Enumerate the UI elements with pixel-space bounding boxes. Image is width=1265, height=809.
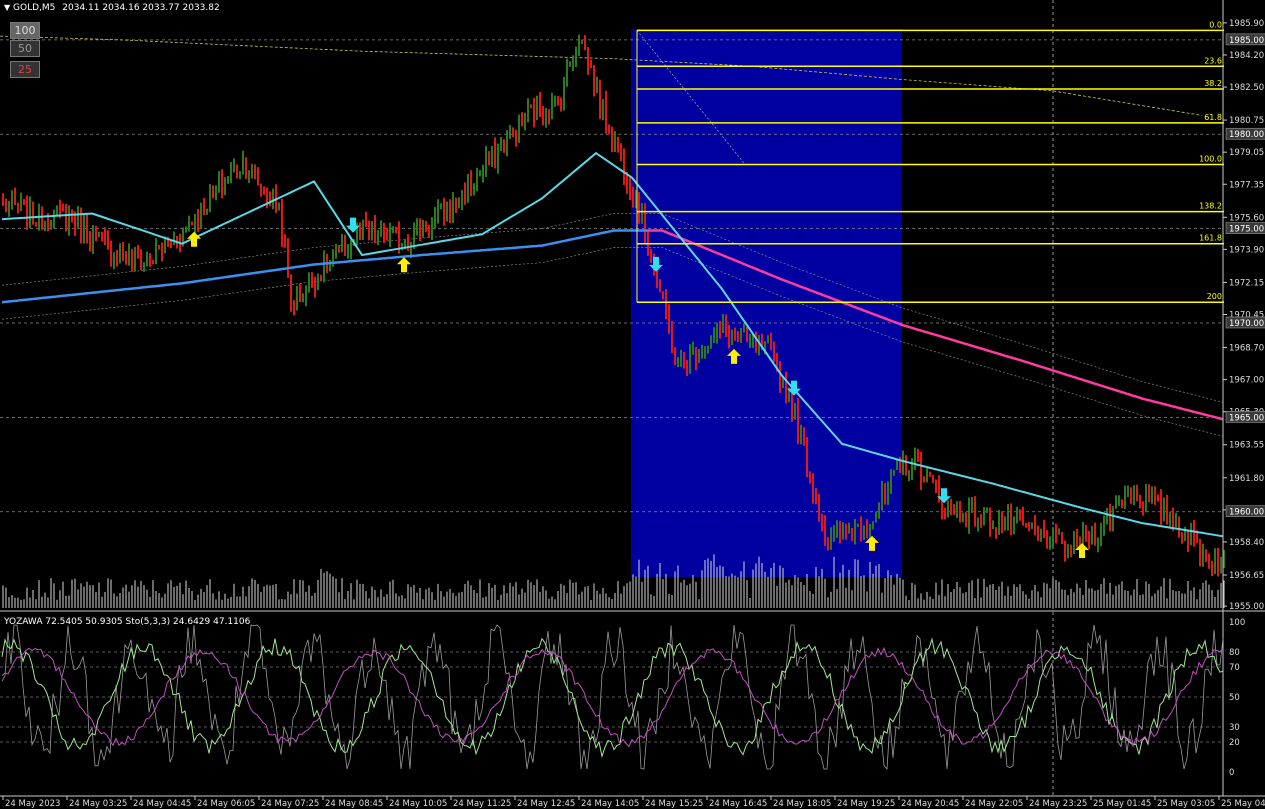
osc-tick-label: 20 bbox=[1229, 738, 1240, 748]
fib-level-label: 61.8 bbox=[1204, 113, 1222, 122]
time-tick-label: 24 May 07:25 bbox=[261, 799, 319, 809]
time-tick-label: 24 May 03:25 bbox=[69, 799, 127, 809]
price-tick-label: 1980.75 bbox=[1229, 116, 1264, 126]
price-tick-label: 1973.90 bbox=[1229, 245, 1264, 255]
osc-tick-label: 30 bbox=[1229, 723, 1240, 733]
price-tick-label: 1961.80 bbox=[1229, 474, 1264, 484]
time-tick-label: 25 May 01:45 bbox=[1093, 799, 1151, 809]
time-tick-label: 24 May 04:45 bbox=[133, 799, 191, 809]
time-tick-label: 24 May 06:05 bbox=[197, 799, 255, 809]
level-button-100[interactable]: 100 bbox=[10, 22, 40, 39]
fib-level-label: 23.6 bbox=[1204, 56, 1222, 65]
price-tick-label: 1968.70 bbox=[1229, 344, 1264, 354]
price-level-label: 1985.00 bbox=[1229, 36, 1264, 46]
time-tick-label: 24 May 20:45 bbox=[901, 799, 959, 809]
session-box bbox=[631, 29, 902, 577]
time-tick-label: 25 May 03:05 bbox=[1157, 799, 1215, 809]
fib-level-label: 100.0 bbox=[1199, 154, 1222, 163]
triangle-down-icon[interactable]: ▼ bbox=[4, 3, 10, 12]
price-level-label: 1970.00 bbox=[1229, 319, 1264, 329]
price-tick-label: 1975.60 bbox=[1229, 213, 1264, 223]
price-level-label: 1980.00 bbox=[1229, 130, 1264, 140]
price-tick-label: 1985.90 bbox=[1229, 19, 1264, 29]
price-tick-label: 1967.00 bbox=[1229, 376, 1264, 386]
time-tick-label: 24 May 15:25 bbox=[645, 799, 703, 809]
time-tick-label: 24 May 18:05 bbox=[773, 799, 831, 809]
price-tick-label: 1956.65 bbox=[1229, 571, 1264, 581]
price-tick-label: 1972.15 bbox=[1229, 278, 1264, 288]
osc-tick-label: 80 bbox=[1229, 648, 1240, 658]
price-tick-label: 1984.20 bbox=[1229, 51, 1264, 61]
time-tick-label: 24 May 08:45 bbox=[325, 799, 383, 809]
osc-tick-label: 0 bbox=[1229, 768, 1234, 778]
price-level-label: 1975.00 bbox=[1229, 225, 1264, 235]
price-tick-label: 1963.55 bbox=[1229, 441, 1264, 451]
price-tick-label: 1977.35 bbox=[1229, 180, 1264, 190]
time-tick-label: 25 May 04:25 bbox=[1221, 799, 1265, 809]
time-tick-label: 24 May 16:45 bbox=[709, 799, 767, 809]
osc-tick-label: 100 bbox=[1229, 618, 1245, 628]
symbol-label: GOLD,M5 bbox=[13, 3, 56, 13]
time-tick-label: 24 May 23:25 bbox=[1029, 799, 1087, 809]
up-arrow-icon bbox=[187, 231, 201, 247]
time-tick-label: 24 May 22:05 bbox=[965, 799, 1023, 809]
fib-level-label: 200 bbox=[1207, 292, 1222, 301]
chart-window[interactable]: { "header": { "symbol_menu_icon": "trian… bbox=[0, 0, 1265, 809]
fib-level-label: 0.0 bbox=[1209, 20, 1222, 29]
time-tick-label: 24 May 19:25 bbox=[837, 799, 895, 809]
time-tick-label: 24 May 11:25 bbox=[453, 799, 511, 809]
price-tick-label: 1979.05 bbox=[1229, 148, 1264, 158]
time-tick-label: 24 May 2023 bbox=[5, 799, 60, 809]
level-button-50[interactable]: 50 bbox=[10, 40, 40, 57]
price-tick-label: 1958.40 bbox=[1229, 538, 1264, 548]
price-chart: 0.023.638.261.8100.0138.2161.82001985.90… bbox=[0, 0, 1265, 809]
time-tick-label: 24 May 14:05 bbox=[581, 799, 639, 809]
fast-ma-line bbox=[1, 151, 1224, 538]
level-button-25[interactable]: 25 bbox=[10, 61, 40, 78]
price-level-label: 1960.00 bbox=[1229, 508, 1264, 518]
price-tick-label: 1982.50 bbox=[1229, 83, 1264, 93]
osc-series-line bbox=[1, 637, 1224, 759]
osc-tick-label: 50 bbox=[1229, 693, 1240, 703]
osc-tick-label: 70 bbox=[1229, 663, 1240, 673]
time-tick-label: 24 May 12:45 bbox=[517, 799, 575, 809]
indicator-header: YOZAWA 72.5405 50.9305 Sto(5,3,3) 24.642… bbox=[4, 617, 251, 627]
envelope-band-dn bbox=[1, 247, 1224, 437]
up-arrow-icon bbox=[397, 257, 411, 273]
fib-level-label: 38.2 bbox=[1204, 79, 1222, 88]
fib-level-label: 161.8 bbox=[1199, 234, 1222, 243]
fib-level-label: 138.2 bbox=[1199, 202, 1222, 211]
time-tick-label: 24 May 10:05 bbox=[389, 799, 447, 809]
price-level-label: 1965.00 bbox=[1229, 413, 1264, 423]
ohlc-readout: 2034.11 2034.16 2033.77 2033.82 bbox=[62, 3, 220, 13]
